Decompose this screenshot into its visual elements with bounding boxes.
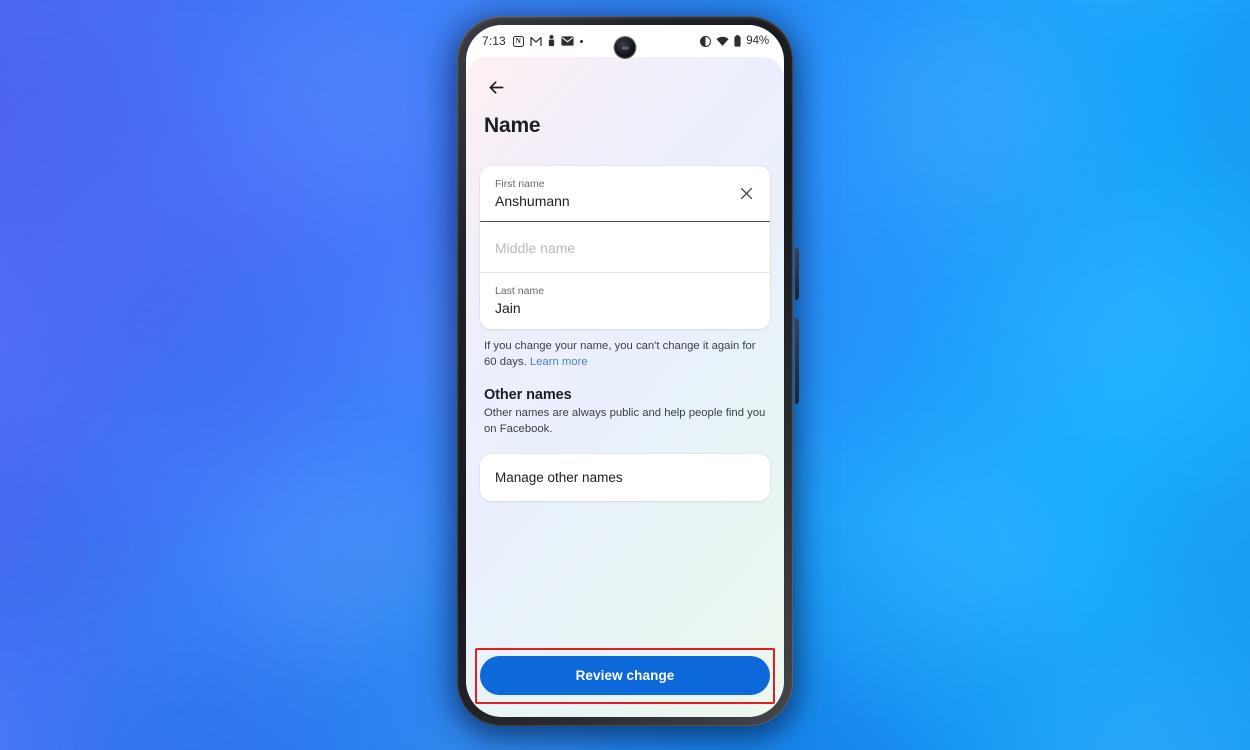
name-change-note-text: If you change your name, you can't chang… [484,339,756,368]
envelope-icon [561,36,574,46]
back-button[interactable] [484,75,508,99]
person-notification-icon [548,35,555,47]
volume-button[interactable] [795,318,799,404]
more-notifications-dot [579,39,583,43]
name-fields-card: First name Anshumann Middle name Last na… [480,166,770,329]
last-name-field[interactable]: Last name Jain [480,272,770,328]
review-change-button[interactable]: Review change [480,656,770,695]
learn-more-link[interactable]: Learn more [530,356,588,368]
app-bar: Name [466,57,784,138]
status-bar-clock: 7:13 [482,34,506,48]
first-name-label: First name [495,178,545,190]
battery-icon [734,35,741,47]
power-button[interactable] [795,248,799,300]
gmail-icon [530,36,542,47]
middle-name-placeholder: Middle name [495,239,576,256]
wifi-icon [716,36,729,47]
page-title: Name [484,114,541,137]
settings-body: First name Anshumann Middle name Last na… [466,138,784,656]
middle-name-field[interactable]: Middle name [480,222,770,272]
notion-icon: N [512,35,524,47]
front-camera-icon [614,37,636,58]
name-change-note: If you change your name, you can't chang… [484,338,766,370]
manage-other-names-label: Manage other names [495,469,623,485]
contrast-icon [700,35,712,47]
last-name-label: Last name [495,285,545,298]
status-bar-left: 7:13 N [482,34,583,48]
clear-first-name-icon[interactable] [733,181,759,207]
manage-other-names-row[interactable]: Manage other names [480,453,770,501]
last-name-value: Jain [495,300,521,317]
status-bar-right: 94% [700,35,769,47]
phone-device-frame: 7:13 N 94% Name First name Anshumann Mid… [457,16,793,726]
other-names-heading: Other names [484,386,572,403]
phone-screen: 7:13 N 94% Name First name Anshumann Mid… [466,25,784,717]
cta-zone: Review change [466,648,784,717]
other-names-description: Other names are always public and help p… [484,406,766,435]
first-name-value: Anshumann [495,193,570,210]
first-name-field[interactable]: First name Anshumann [480,166,770,223]
facebook-name-settings-screen: Name First name Anshumann Middle name La… [466,57,784,717]
battery-percent-label: 94% [746,35,769,47]
